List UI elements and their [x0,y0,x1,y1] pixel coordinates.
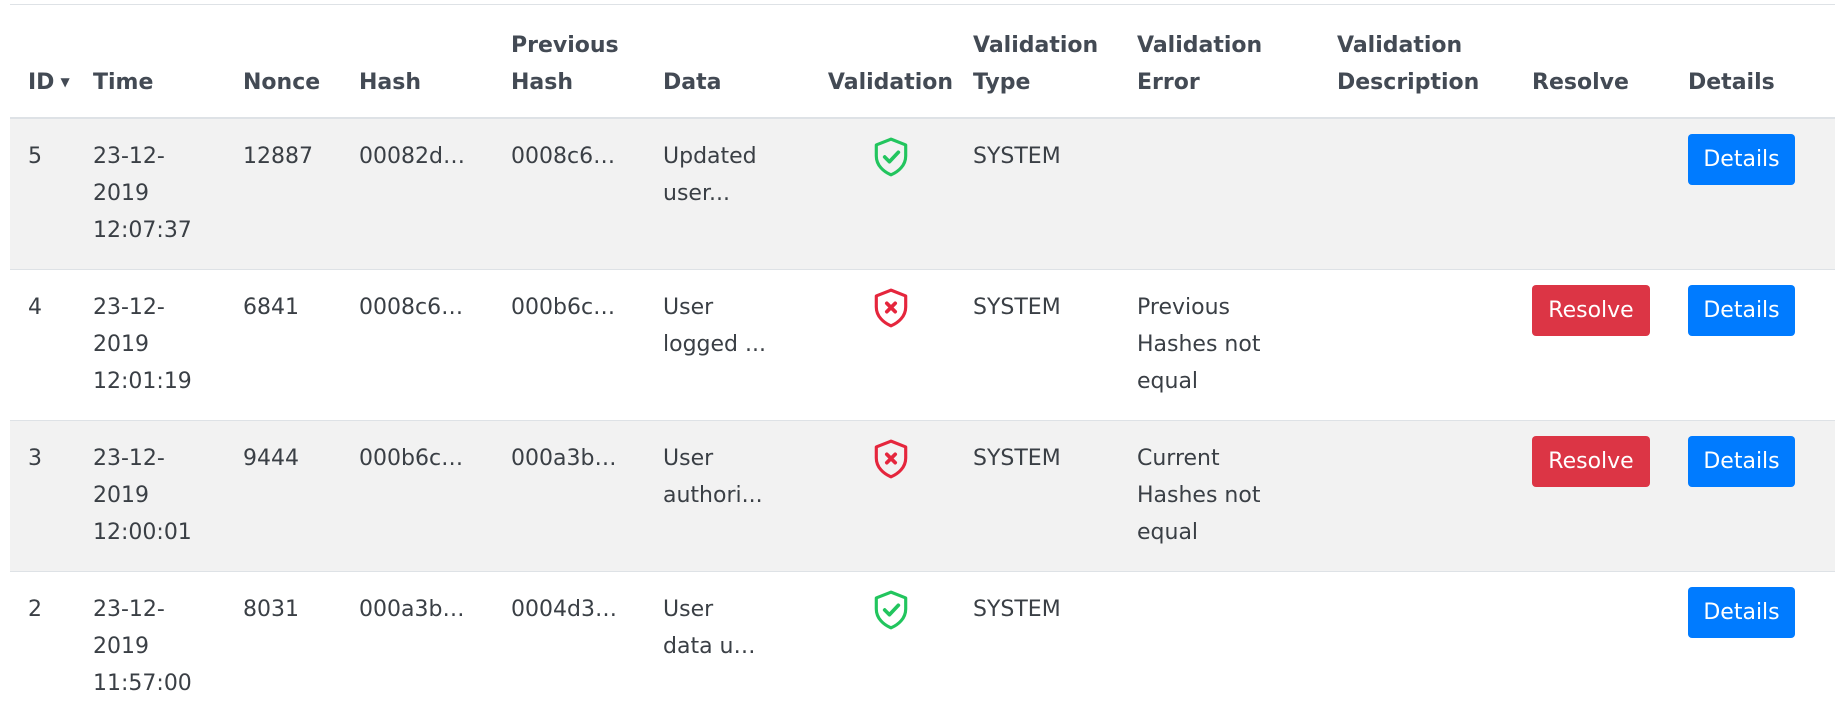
details-button[interactable]: Details [1688,586,1795,638]
cell-time: 23-12- 2019 12:07:37 [93,144,192,243]
cell-validation [808,118,973,269]
column-header-nonce[interactable]: Nonce [243,5,359,119]
cell-data: User authori... [663,419,808,571]
cell-id: 2 [10,570,93,722]
cell-id: 3 [10,419,93,571]
column-header-details[interactable]: Details [1688,5,1835,119]
blocks-table: ID ▼ Time Nonce Hash Previous Hash Data Va… [10,5,1835,722]
cell-hash: 0008c6d... [359,268,511,420]
cell-validation-description [1337,118,1532,269]
cell-nonce: 8031 [243,570,359,722]
column-header-validation-type[interactable]: Validation Type [973,5,1137,119]
cell-validation-type: SYSTEM [973,419,1137,571]
cell-validation [808,570,973,722]
cell-previous-hash: 0004d39... [511,570,663,722]
cell-validation-description [1337,419,1532,571]
cell-resolve [1532,118,1688,269]
column-header-id[interactable]: ID ▼ [10,5,93,119]
cell-id: 5 [28,144,42,169]
column-header-validation-description[interactable]: Validation Description [1337,5,1532,119]
cell-data: User data up... [663,570,808,722]
cell-details: Details [1688,570,1835,722]
cell-data: User logged ... [663,268,808,420]
details-button[interactable]: Details [1688,435,1795,487]
cell-validation-error: Previous Hashes not equal [1137,268,1337,420]
cell-nonce: 12887 [243,144,313,169]
column-header-previous-hash[interactable]: Previous Hash [511,5,663,119]
cell-time: 23-12- 2019 12:00:01 [93,419,243,571]
cell-validation-description [1337,570,1532,722]
table-row: 2 23-12- 2019 11:57:00 8031 000a3b4... 000… [10,570,1835,722]
column-header-resolve[interactable]: Resolve [1532,5,1688,119]
cell-id: 4 [10,268,93,420]
resolve-button[interactable]: Resolve [1532,435,1650,487]
cell-validation-type: SYSTEM [973,144,1061,169]
column-header-validation[interactable]: Validation [808,5,973,119]
cell-hash: 000b6c4... [359,419,511,571]
cell-nonce: 6841 [243,268,359,420]
cell-validation-type: SYSTEM [973,570,1137,722]
cell-hash: 000a3b4... [359,570,511,722]
cell-details: Details [1688,268,1835,420]
invalid-shield-icon [874,288,907,327]
resolve-button[interactable]: Resolve [1532,284,1650,336]
invalid-shield-icon [874,439,907,478]
cell-validation-error: Current Hashes not equal [1137,419,1337,571]
cell-previous-hash: 000a3b4... [511,419,663,571]
table-row: 4 23-12- 2019 12:01:19 6841 0008c6d... 000… [10,268,1835,420]
table-header-row: ID ▼ Time Nonce Hash Previous Hash Data Va… [10,5,1835,119]
cell-validation-error [1137,118,1337,269]
caret-down-icon: ▼ [60,75,70,89]
cell-validation-type: SYSTEM [973,268,1137,420]
table-row: 3 23-12- 2019 12:00:01 9444 000b6c4... 000… [10,419,1835,571]
cell-validation-error [1137,570,1337,722]
cell-previous-hash: 0008c6d... [511,144,623,169]
column-header-validation-error[interactable]: Validation Error [1137,5,1337,119]
table-row: 5 23-12- 2019 12:07:37 12887 00082d3... 00… [10,118,1835,269]
cell-validation-description [1337,268,1532,420]
cell-validation [808,419,973,571]
valid-shield-icon [874,137,907,177]
column-header-hash[interactable]: Hash [359,5,511,119]
column-header-time[interactable]: Time [93,5,243,119]
valid-shield-icon [874,590,907,629]
cell-time: 23-12- 2019 11:57:00 [93,570,243,722]
column-header-data[interactable]: Data [663,5,808,119]
cell-time: 23-12- 2019 12:01:19 [93,268,243,420]
cell-details: Details [1688,419,1835,571]
cell-resolve: Resolve [1532,419,1688,571]
cell-details: Details [1688,118,1835,269]
details-button[interactable]: Details [1688,134,1795,185]
cell-hash: 00082d3... [359,144,471,169]
cell-resolve: Resolve [1532,268,1688,420]
details-button[interactable]: Details [1688,284,1795,336]
cell-nonce: 9444 [243,419,359,571]
cell-validation [808,268,973,420]
cell-resolve [1532,570,1688,722]
cell-data: Updated user... [663,144,757,206]
cell-previous-hash: 000b6c4... [511,268,663,420]
